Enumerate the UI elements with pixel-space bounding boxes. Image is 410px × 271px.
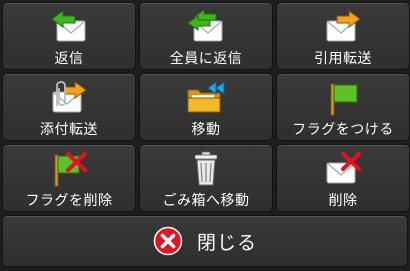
reply-all-button[interactable]: 全員に返信: [139, 2, 273, 70]
reply-label: 返信: [54, 51, 84, 67]
reply-icon: [49, 9, 89, 45]
forward-quote-icon: [323, 9, 363, 45]
forward-quote-button[interactable]: 引用転送: [276, 2, 410, 70]
forward-attachment-button[interactable]: 添付転送: [2, 73, 136, 141]
forward-quote-label: 引用転送: [314, 51, 372, 67]
move-to-trash-label: ごみ箱へ移動: [162, 193, 250, 209]
forward-attachment-label: 添付転送: [40, 122, 98, 138]
flag-label: フラグをつける: [292, 122, 394, 138]
remove-flag-icon: [49, 151, 89, 187]
move-label: 移動: [191, 122, 221, 138]
delete-button[interactable]: 削除: [276, 144, 410, 212]
close-button[interactable]: 閉じる: [2, 215, 408, 267]
trash-icon: [186, 151, 226, 187]
action-menu: 返信 全員に返信 引用転送 添付転送 移動 フラグをつける フラグを削除 ごみ箱…: [0, 0, 410, 271]
forward-attachment-icon: [49, 80, 89, 116]
reply-all-icon: [186, 9, 226, 45]
delete-mail-icon: [323, 151, 363, 187]
delete-label: 削除: [328, 193, 358, 209]
reply-button[interactable]: 返信: [2, 2, 136, 70]
reply-all-label: 全員に返信: [169, 51, 243, 67]
flag-button[interactable]: フラグをつける: [276, 73, 410, 141]
move-button[interactable]: 移動: [139, 73, 273, 141]
move-to-trash-button[interactable]: ごみ箱へ移動: [139, 144, 273, 212]
move-folder-icon: [186, 80, 226, 116]
remove-flag-label: フラグを削除: [25, 193, 113, 209]
remove-flag-button[interactable]: フラグを削除: [2, 144, 136, 212]
close-icon: [153, 226, 183, 256]
action-grid: 返信 全員に返信 引用転送 添付転送 移動 フラグをつける フラグを削除 ごみ箱…: [2, 2, 410, 212]
flag-icon: [323, 80, 363, 116]
close-label: 閉じる: [196, 231, 257, 254]
